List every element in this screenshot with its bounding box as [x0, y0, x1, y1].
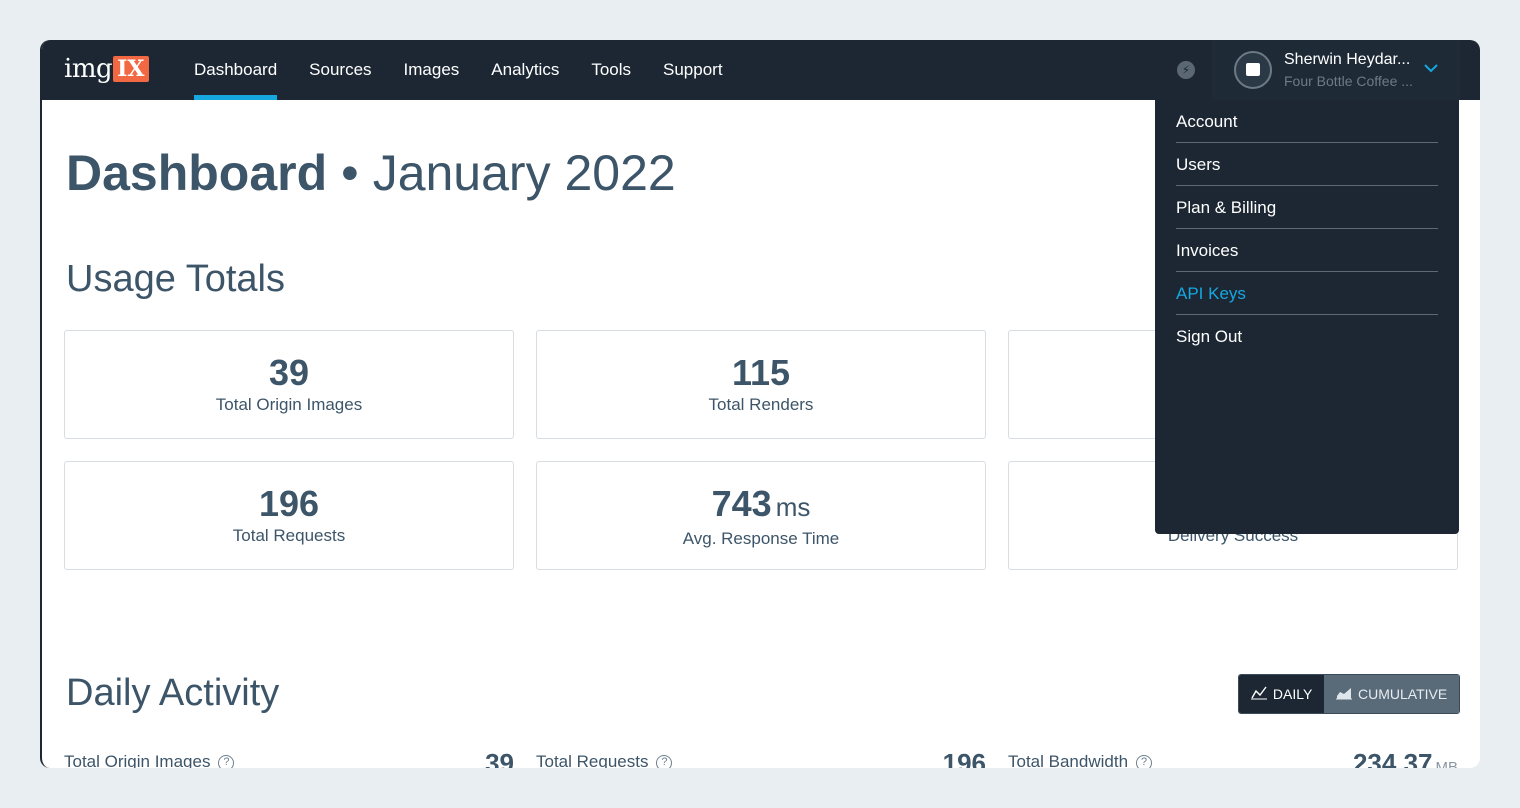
cumulative-toggle-button[interactable]: CUMULATIVE — [1324, 675, 1459, 713]
lightning-bolt-icon[interactable]: ⚡ — [1177, 61, 1195, 79]
stat-label: Total Requests? — [536, 752, 673, 768]
nav-item-images[interactable]: Images — [404, 40, 460, 100]
main-nav: Dashboard Sources Images Analytics Tools… — [194, 40, 755, 100]
menu-item-account[interactable]: Account — [1176, 100, 1438, 143]
help-icon[interactable]: ? — [218, 755, 235, 768]
nav-item-tools[interactable]: Tools — [591, 40, 631, 100]
card-number: 743 — [711, 483, 772, 524]
stat-label-text: Total Requests — [536, 752, 649, 768]
card-number: 196 — [258, 483, 320, 524]
stat-number: 196 — [942, 748, 986, 768]
stat-label-text: Total Origin Images — [64, 752, 211, 768]
area-chart-icon — [1336, 686, 1352, 703]
page-title: Dashboard • January 2022 — [66, 144, 676, 202]
nav-item-dashboard[interactable]: Dashboard — [194, 40, 278, 100]
nav-item-sources[interactable]: Sources — [309, 40, 371, 100]
logo-badge: IX — [113, 56, 149, 82]
card-label: Avg. Response Time — [682, 529, 840, 548]
stat-card-origin-images: 39 Total Origin Images — [64, 330, 514, 439]
daily-stat-requests: Total Requests? 196 — [536, 748, 986, 768]
card-label: Total Renders — [708, 395, 814, 414]
usage-totals-heading: Usage Totals — [66, 258, 285, 300]
daily-stat-bandwidth: Total Bandwidth? 234.37 MB — [1008, 748, 1458, 768]
daily-label: DAILY — [1272, 686, 1313, 702]
line-chart-icon — [1250, 686, 1267, 703]
daily-activity-heading: Daily Activity — [66, 672, 280, 714]
card-value: 196 — [65, 484, 513, 524]
page-title-period: January 2022 — [372, 145, 676, 201]
user-dropdown-menu: Account Users Plan & Billing Invoices AP… — [1155, 100, 1459, 534]
card-value: 115 — [537, 353, 985, 393]
stat-label: Total Origin Images? — [64, 752, 235, 768]
stat-value: 234.37 MB — [1353, 748, 1458, 768]
card-unit: ms — [775, 492, 811, 522]
chart-mode-toggle: DAILY CUMULATIVE — [1238, 674, 1460, 714]
card-value: 39 — [65, 353, 513, 393]
menu-item-plan-billing[interactable]: Plan & Billing — [1176, 186, 1438, 229]
stat-value: 196 — [943, 748, 986, 768]
stat-value: 39 — [485, 748, 514, 768]
cumulative-label: CUMULATIVE — [1358, 686, 1448, 702]
help-icon[interactable]: ? — [1136, 755, 1153, 768]
nav-item-support[interactable]: Support — [663, 40, 723, 100]
stat-number: 39 — [485, 748, 514, 768]
stat-number: 234.37 — [1352, 748, 1433, 768]
nav-item-analytics[interactable]: Analytics — [491, 40, 559, 100]
stat-card-renders: 115 Total Renders — [536, 330, 986, 439]
stat-card-response-time: 743 ms Avg. Response Time — [536, 461, 986, 570]
user-name: Sherwin Heydar... — [1284, 51, 1411, 68]
card-value: 743 ms — [537, 484, 985, 527]
stat-card-requests: 196 Total Requests — [64, 461, 514, 570]
title-separator: • — [341, 145, 359, 201]
imgix-logo[interactable]: img IX — [64, 54, 149, 84]
logo-text: img — [64, 54, 113, 84]
card-label: Total Origin Images — [215, 395, 363, 414]
stat-label-text: Total Bandwidth — [1008, 752, 1129, 768]
top-navigation-bar: img IX Dashboard Sources Images Analytic… — [42, 40, 1480, 100]
account-logo-icon — [1246, 63, 1260, 76]
app-window: img IX Dashboard Sources Images Analytic… — [40, 40, 1480, 768]
chevron-down-icon — [1424, 60, 1438, 78]
stat-unit: MB — [1435, 759, 1459, 768]
avatar — [1234, 51, 1272, 89]
stat-label: Total Bandwidth? — [1008, 752, 1153, 768]
user-menu-toggle[interactable]: Sherwin Heydar... Four Bottle Coffee ... — [1212, 40, 1460, 100]
daily-stat-origin-images: Total Origin Images? 39 — [64, 748, 514, 768]
card-number: 115 — [731, 352, 791, 393]
user-organization: Four Bottle Coffee ... — [1284, 73, 1413, 89]
menu-item-users[interactable]: Users — [1176, 143, 1438, 186]
menu-item-api-keys[interactable]: API Keys — [1176, 272, 1438, 315]
daily-toggle-button[interactable]: DAILY — [1239, 675, 1325, 713]
page-title-main: Dashboard — [66, 145, 328, 201]
menu-item-invoices[interactable]: Invoices — [1176, 229, 1438, 272]
card-label: Total Requests — [232, 526, 346, 545]
help-icon[interactable]: ? — [656, 755, 673, 768]
card-number: 39 — [268, 352, 310, 393]
menu-item-sign-out[interactable]: Sign Out — [1176, 315, 1438, 358]
